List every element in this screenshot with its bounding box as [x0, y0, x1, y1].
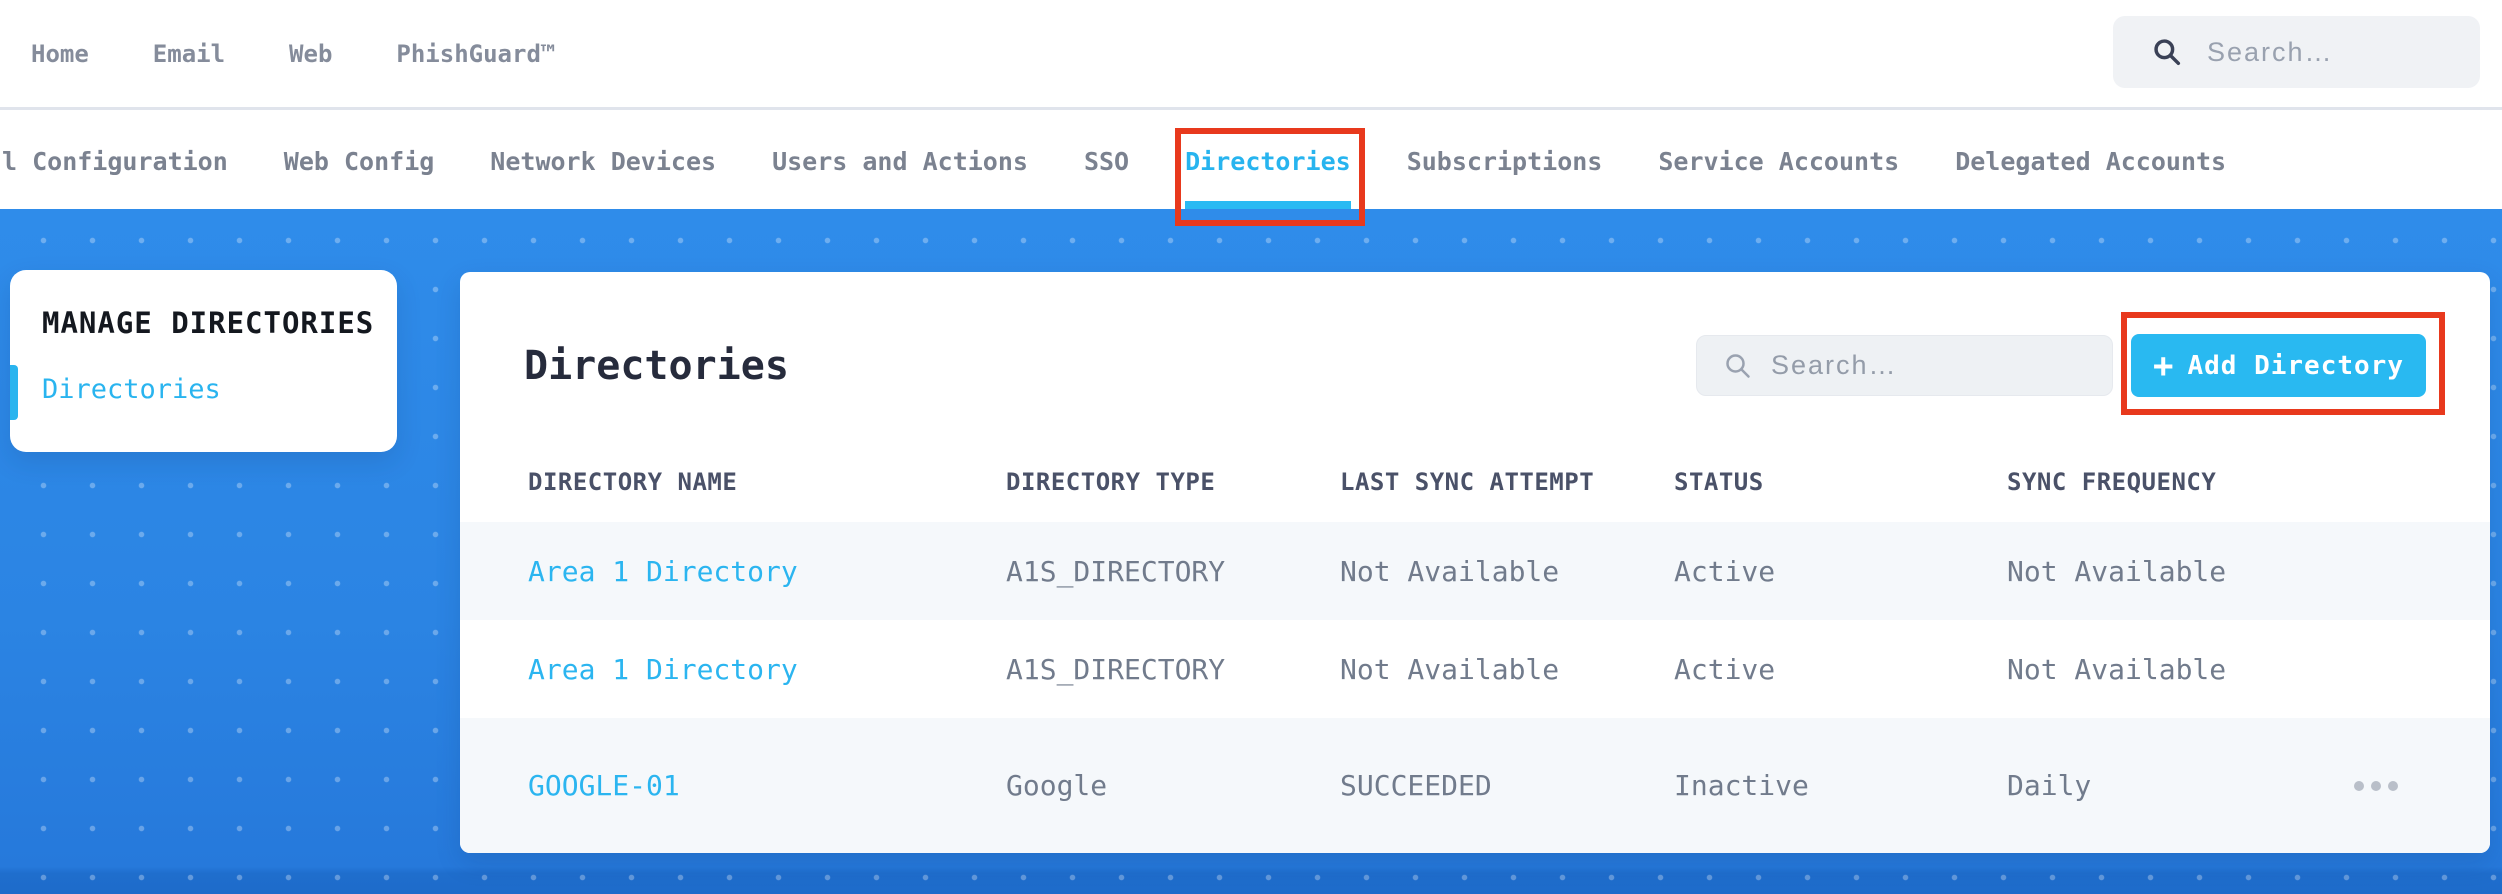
directory-name-link[interactable]: Area 1 Directory — [528, 555, 798, 588]
directory-name-link[interactable]: Area 1 Directory — [528, 653, 798, 686]
section-tabbar: l Configuration Web Config Network Devic… — [0, 113, 2502, 226]
manage-directories-card: MANAGE DIRECTORIES Directories — [10, 270, 397, 452]
directories-search-input[interactable] — [1771, 350, 2051, 381]
active-item-indicator — [10, 365, 18, 420]
column-header: LAST SYNC ATTEMPT — [1340, 468, 1595, 496]
tab-label: Delegated Accounts — [1955, 146, 2227, 176]
nav-item-home[interactable]: Home — [31, 40, 89, 68]
add-directory-button[interactable]: + Add Directory — [2121, 312, 2445, 415]
tab-label: Network Devices — [490, 146, 717, 176]
directories-search[interactable] — [1696, 335, 2113, 396]
nav-item-email[interactable]: Email — [153, 40, 225, 68]
sync-frequency-cell: Not Available — [2007, 554, 2227, 588]
add-directory-label: Add Directory — [2187, 350, 2404, 381]
row-menu-icon[interactable] — [2354, 780, 2398, 791]
directory-type-cell: Google — [1006, 769, 1108, 802]
tab-label: Service Accounts — [1658, 146, 1900, 176]
top-navigation: Home Email Web PhishGuard™ — [0, 0, 2502, 110]
directory-type-cell: A1S_DIRECTORY — [1006, 554, 1226, 588]
card-header: Directories + Add Directory — [460, 272, 2490, 415]
sidebar-title: MANAGE DIRECTORIES — [42, 306, 375, 340]
directories-card: Directories + Add Directory DIRECTORY NA… — [460, 272, 2490, 853]
status-cell: Inactive — [1674, 769, 1809, 802]
status-cell: Active — [1674, 652, 1776, 686]
last-sync-cell: SUCCEEDED — [1340, 769, 1492, 802]
directory-name-link[interactable]: GOOGLE-01 — [528, 769, 680, 802]
global-search-input[interactable] — [2207, 36, 2427, 68]
tab-label: SSO — [1083, 146, 1130, 176]
search-icon — [2154, 39, 2181, 66]
tab-label: Users and Actions — [772, 146, 1028, 176]
sync-frequency-cell: Daily — [2007, 769, 2092, 802]
tab-directories[interactable]: Directories — [1175, 113, 1365, 226]
tab-network-devices[interactable]: Network Devices — [490, 113, 716, 209]
plus-icon: + — [2153, 345, 2174, 386]
column-header: DIRECTORY TYPE — [1006, 468, 1216, 496]
tab-web-config[interactable]: Web Config — [284, 113, 435, 209]
tab-service-accounts[interactable]: Service Accounts — [1658, 113, 1899, 209]
tab-sso[interactable]: SSO — [1084, 113, 1129, 209]
status-cell: Active — [1674, 554, 1776, 588]
tab-users-and-actions[interactable]: Users and Actions — [772, 113, 1028, 209]
tab-delegated-accounts[interactable]: Delegated Accounts — [1955, 113, 2226, 209]
tab-l-configuration[interactable]: l Configuration — [2, 113, 228, 209]
sidebar-item-directories[interactable]: Directories — [42, 374, 377, 405]
global-search[interactable] — [2113, 16, 2480, 88]
last-sync-cell: Not Available — [1340, 554, 1560, 588]
search-icon — [1726, 353, 1750, 378]
content-background: MANAGE DIRECTORIES Directories Directori… — [0, 209, 2502, 894]
tab-subscriptions[interactable]: Subscriptions — [1407, 113, 1603, 209]
tab-label: Subscriptions — [1406, 146, 1603, 176]
page-title: Directories — [524, 342, 789, 389]
tab-label: l Configuration — [2, 146, 228, 176]
annotation-box — [1175, 128, 1365, 226]
nav-item-web[interactable]: Web — [289, 40, 332, 68]
table-header-row: DIRECTORY NAME DIRECTORY TYPE LAST SYNC AT… — [460, 397, 2490, 522]
column-header: STATUS — [1674, 468, 1764, 496]
last-sync-cell: Not Available — [1340, 652, 1560, 686]
table-row: Area 1 Directory A1S_DIRECTORY Not Avail… — [460, 620, 2490, 718]
directory-type-cell: A1S_DIRECTORY — [1006, 652, 1226, 686]
table-row: GOOGLE-01 Google SUCCEEDED Inactive Dail… — [460, 718, 2490, 853]
column-header: SYNC FREQUENCY — [2007, 468, 2217, 496]
nav-item-phishguard[interactable]: PhishGuard™ — [396, 40, 555, 68]
tab-label: Web Config — [283, 146, 435, 176]
sync-frequency-cell: Not Available — [2007, 652, 2227, 686]
column-header: DIRECTORY NAME — [528, 468, 738, 496]
table-row: Area 1 Directory A1S_DIRECTORY Not Avail… — [460, 522, 2490, 620]
